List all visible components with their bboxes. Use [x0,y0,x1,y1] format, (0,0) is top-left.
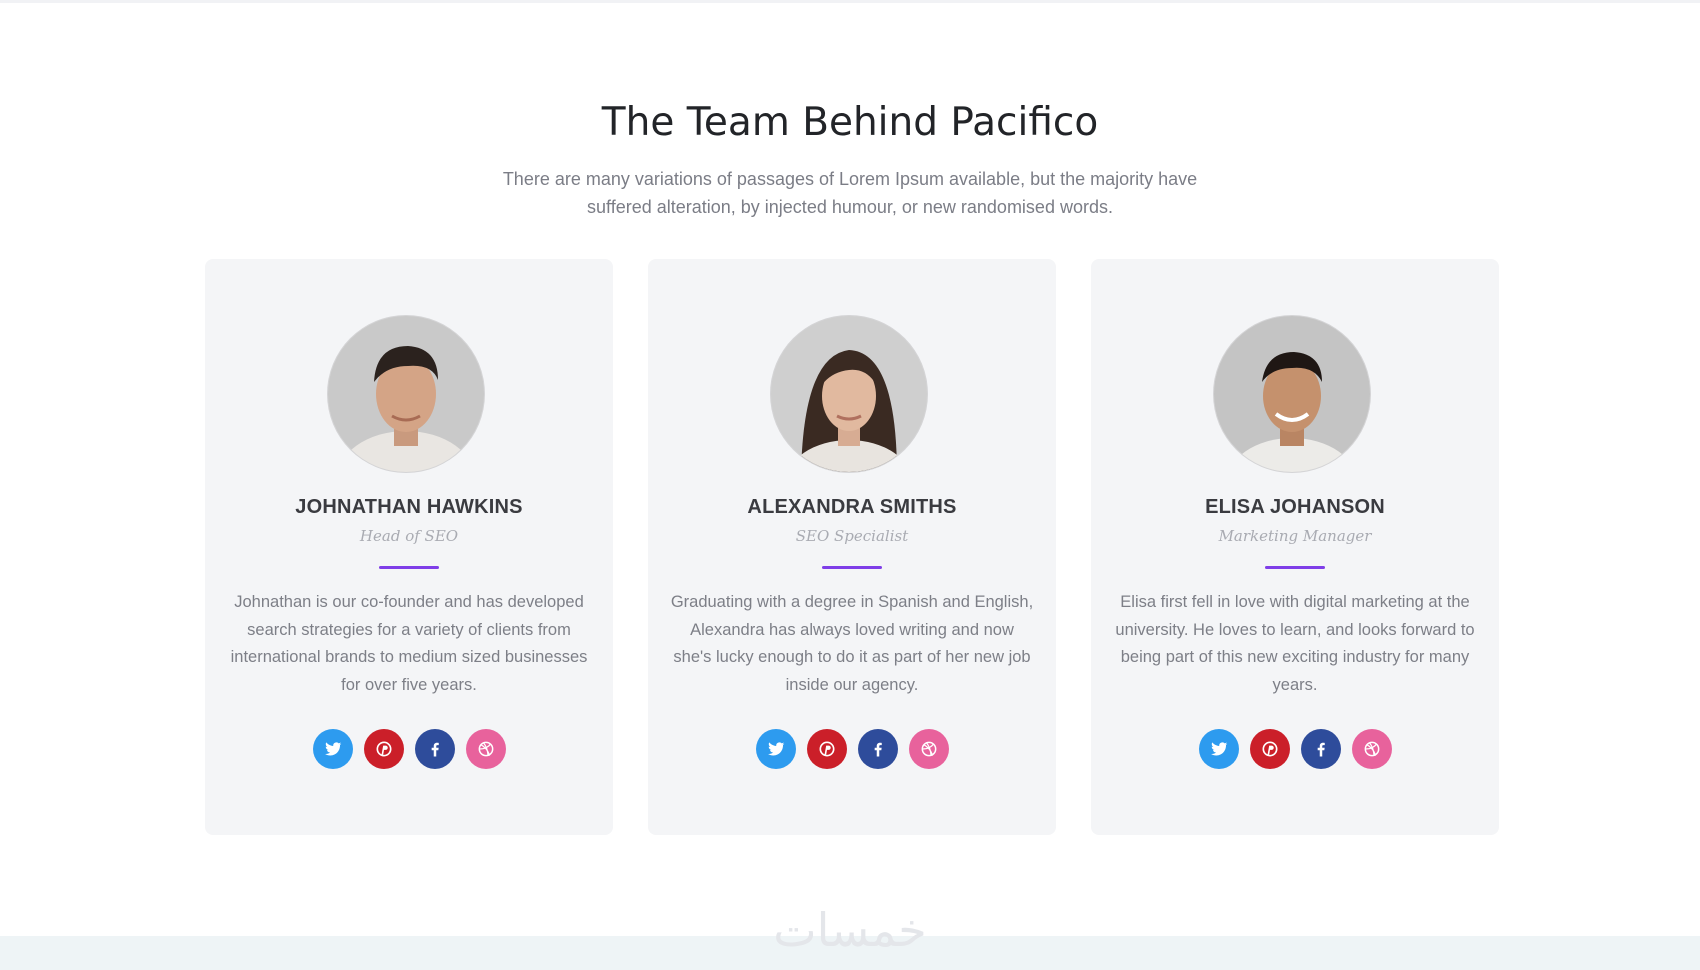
facebook-icon[interactable] [414,729,455,769]
member-bio: Johnathan is our co-founder and has deve… [230,593,588,694]
pinterest-icon[interactable] [1249,729,1290,769]
avatar [771,316,927,472]
member-role: SEO Specialist [795,527,909,545]
avatar [328,316,484,472]
accent-divider [822,566,882,569]
accent-divider [379,566,439,569]
social-links [1091,729,1499,769]
social-links [205,729,613,769]
pinterest-icon[interactable] [363,729,404,769]
dribbble-icon[interactable] [908,729,949,769]
facebook-icon[interactable] [857,729,898,769]
team-card-alexandra: ALEXANDRA SMITHS SEO Specialist Graduati… [648,259,1056,835]
watermark-logo: خمسات [773,903,927,957]
top-divider [0,0,1700,3]
dribbble-icon[interactable] [465,729,506,769]
pinterest-icon[interactable] [806,729,847,769]
team-card-johnathan: JOHNATHAN HAWKINS Head of SEO Johnathan … [205,259,613,835]
accent-divider [1265,566,1325,569]
facebook-icon[interactable] [1300,729,1341,769]
social-links [648,729,1056,769]
member-name: JOHNATHAN HAWKINS [295,496,523,518]
avatar [1214,316,1370,472]
section-subtitle: There are many variations of passages of… [502,169,1198,217]
twitter-icon[interactable] [755,729,796,769]
member-role: Head of SEO [359,527,459,545]
twitter-icon[interactable] [1198,729,1239,769]
member-name: ELISA JOHANSON [1205,496,1385,518]
team-card-elisa: ELISA JOHANSON Marketing Manager Elisa f… [1091,259,1499,835]
team-cards: JOHNATHAN HAWKINS Head of SEO Johnathan … [205,259,1499,835]
member-bio: Graduating with a degree in Spanish and … [670,593,1034,694]
dribbble-icon[interactable] [1351,729,1392,769]
section-title: The Team Behind Pacifico [601,100,1099,145]
member-bio: Elisa first fell in love with digital ma… [1115,593,1475,694]
member-name: ALEXANDRA SMITHS [747,496,957,518]
twitter-icon[interactable] [312,729,353,769]
member-role: Marketing Manager [1218,527,1372,545]
